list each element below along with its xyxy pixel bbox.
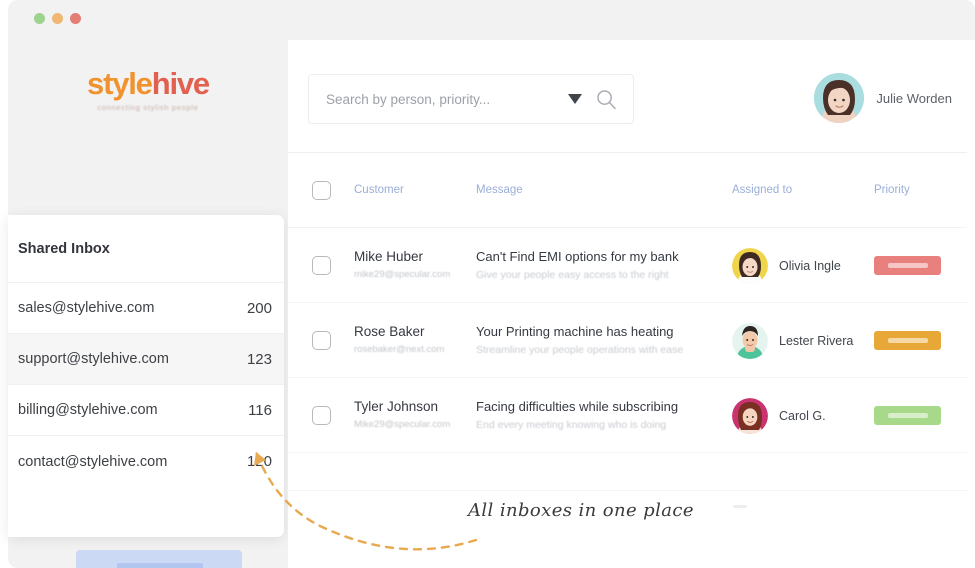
annotation-arrow (230, 430, 490, 568)
window-controls (34, 13, 81, 24)
select-all-checkbox[interactable] (312, 181, 331, 200)
table-row[interactable]: Rose Baker rosebaker@next.com Your Print… (288, 303, 967, 378)
message-title: Facing difficulties while subscribing (476, 399, 678, 414)
brand-name-part1: style (87, 66, 152, 101)
assignee-name: Olivia Ingle (779, 259, 841, 273)
inbox-item-count: 123 (247, 351, 272, 368)
brand-tagline: connecting stylish people (8, 103, 288, 112)
row-checkbox[interactable] (312, 406, 331, 425)
inbox-item-email: support@stylehive.com (18, 351, 247, 367)
row-checkbox[interactable] (312, 256, 331, 275)
chevron-down-icon[interactable] (568, 94, 582, 104)
avatar (814, 73, 864, 123)
window-minimize-dot[interactable] (52, 13, 63, 24)
inbox-item-support[interactable]: support@stylehive.com 123 (8, 334, 284, 385)
cell-assigned: Carol G. (732, 398, 826, 434)
shared-inbox-title: Shared Inbox (8, 215, 284, 283)
message-title: Can't Find EMI options for my bank (476, 249, 679, 264)
row-checkbox-cell (312, 406, 331, 425)
inbox-item-email: sales@stylehive.com (18, 300, 247, 316)
cell-customer: Tyler Johnson Mike29@specular.com (354, 399, 450, 430)
message-snippet: End every meeting knowing who is doing (476, 419, 678, 431)
brand-name: stylehive (8, 68, 288, 99)
row-checkbox-cell (312, 256, 331, 275)
customer-email: rosebaker@next.com (354, 344, 444, 355)
column-header-customer[interactable]: Customer (354, 184, 404, 196)
annotation-text: All inboxes in one place (468, 500, 694, 521)
profile-name: Julie Worden (876, 91, 952, 106)
cell-priority (874, 406, 941, 425)
status-badge[interactable] (874, 406, 941, 425)
customer-name: Rose Baker (354, 324, 444, 339)
inbox-item-email: billing@stylehive.com (18, 402, 248, 418)
window-maximize-dot[interactable] (70, 13, 81, 24)
inbox-item-billing[interactable]: billing@stylehive.com 116 (8, 385, 284, 436)
assignee-avatar (732, 398, 768, 434)
cell-assigned: Lester Rivera (732, 323, 853, 359)
app-window: stylehive connecting stylish people Shar… (0, 0, 975, 568)
sidebar-action-button-label (117, 563, 203, 568)
main-topbar: Julie Worden (288, 40, 967, 153)
row-checkbox-cell (312, 331, 331, 350)
inbox-item-sales[interactable]: sales@stylehive.com 200 (8, 283, 284, 334)
table-row[interactable]: Mike Huber mike29@specular.com Can't Fin… (288, 228, 967, 303)
cell-assigned: Olivia Ingle (732, 248, 841, 284)
message-snippet: Give your people easy access to the righ… (476, 269, 679, 281)
customer-email: mike29@specular.com (354, 269, 450, 280)
search-bar[interactable] (308, 74, 634, 124)
inbox-item-email: contact@stylehive.com (18, 454, 247, 470)
window-titlebar (8, 0, 975, 40)
user-profile[interactable]: Julie Worden (814, 73, 952, 123)
customer-email: Mike29@specular.com (354, 419, 450, 430)
inbox-item-count: 116 (248, 402, 272, 419)
inbox-item-count: 200 (247, 300, 272, 317)
select-all-checkbox-cell (312, 181, 331, 200)
status-badge[interactable] (874, 256, 941, 275)
column-header-message[interactable]: Message (476, 184, 523, 196)
assignee-name: Carol G. (779, 409, 826, 423)
cell-message: Your Printing machine has heating Stream… (476, 324, 683, 356)
cell-priority (874, 256, 941, 275)
table-row-partial (733, 505, 747, 508)
column-header-assigned[interactable]: Assigned to (732, 184, 792, 196)
row-checkbox[interactable] (312, 331, 331, 350)
customer-name: Tyler Johnson (354, 399, 450, 414)
message-snippet: Streamline your people operations with e… (476, 344, 683, 356)
search-input[interactable] (309, 92, 568, 107)
column-header-priority[interactable]: Priority (874, 184, 910, 196)
assignee-avatar (732, 323, 768, 359)
window-close-dot[interactable] (34, 13, 45, 24)
status-badge[interactable] (874, 331, 941, 350)
cell-message: Can't Find EMI options for my bank Give … (476, 249, 679, 281)
message-title: Your Printing machine has heating (476, 324, 683, 339)
assignee-name: Lester Rivera (779, 334, 853, 348)
sidebar-action-button[interactable] (76, 550, 242, 568)
cell-customer: Mike Huber mike29@specular.com (354, 249, 450, 280)
cell-customer: Rose Baker rosebaker@next.com (354, 324, 444, 355)
customer-name: Mike Huber (354, 249, 450, 264)
cell-message: Facing difficulties while subscribing En… (476, 399, 678, 431)
table-header: Customer Message Assigned to Priority (288, 153, 967, 228)
brand-logo[interactable]: stylehive connecting stylish people (8, 68, 288, 112)
assignee-avatar (732, 248, 768, 284)
cell-priority (874, 331, 941, 350)
brand-name-part2: hive (152, 66, 209, 101)
search-icon[interactable] (596, 89, 617, 110)
